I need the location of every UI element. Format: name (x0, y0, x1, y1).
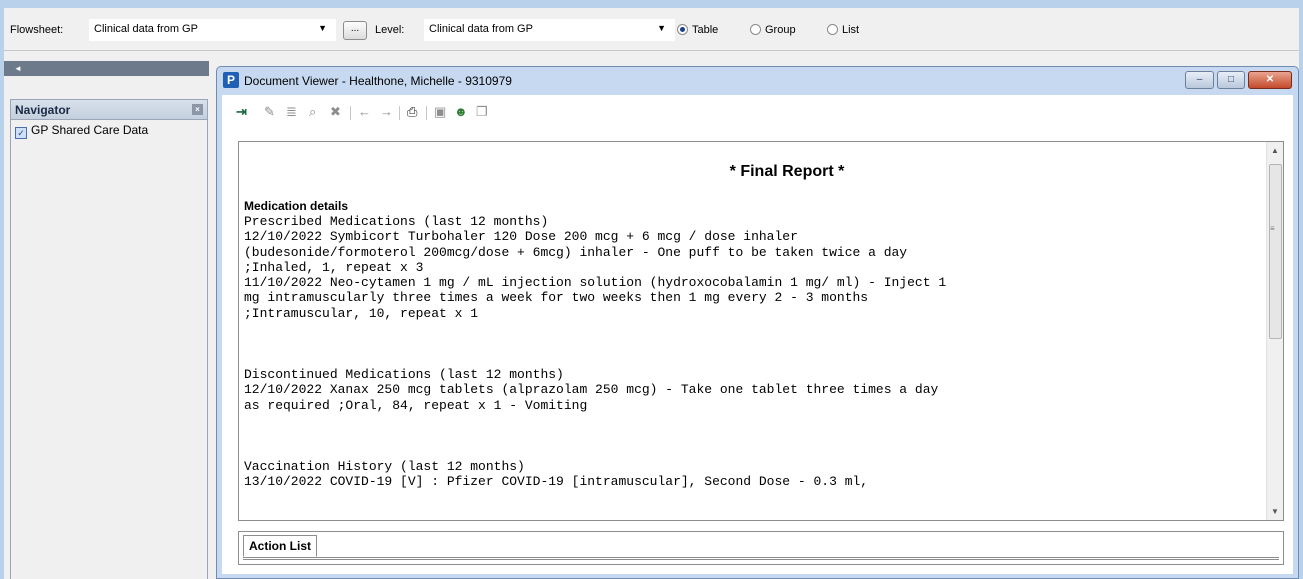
view-radio-list-label: List (842, 24, 860, 36)
section-heading: Medication details (244, 199, 349, 213)
copy-icon[interactable]: ❐ (476, 104, 488, 120)
flowsheet-select[interactable]: Clinical data from GP ▼ (89, 19, 336, 41)
document-content: * Final Report * Medication details Pres… (239, 142, 1265, 520)
scroll-thumb[interactable] (1269, 164, 1282, 339)
view-icon[interactable]: ▣ (434, 104, 446, 120)
flowsheet-browse-button[interactable]: ... (343, 21, 367, 40)
prescribed-medications-block: Prescribed Medications (last 12 months) … (244, 214, 947, 321)
report-title: * Final Report * (729, 163, 845, 180)
radio-icon (750, 24, 761, 35)
window-frame-top (0, 0, 1303, 8)
close-button[interactable]: ✕ (1248, 71, 1292, 89)
maximize-button[interactable]: □ (1217, 71, 1245, 89)
close-icon[interactable]: × (192, 104, 203, 115)
navigator-title: Navigator (15, 103, 71, 117)
collapse-panel-button[interactable]: ◄ (4, 61, 209, 76)
level-label: Level: (375, 24, 405, 36)
exit-icon[interactable]: ⇥ (236, 104, 247, 120)
viewer-title: Document Viewer - Healthone, Michelle - … (244, 74, 512, 88)
viewer-client-area: ⇥ ✎ ≣ ⌕ ✖ ← → ⎙ ▣ ☻ ❐ * Final Report * M… (222, 95, 1293, 574)
view-radio-list[interactable]: List (827, 24, 859, 36)
view-radio-group-label: Group (765, 24, 796, 36)
tab-underline (243, 557, 1279, 560)
tab-action-list[interactable]: Action List (243, 535, 317, 557)
level-select-value: Clinical data from GP (429, 23, 533, 35)
navigator-item-label: GP Shared Care Data (31, 123, 149, 137)
flowsheet-toolbar: Flowsheet: Clinical data from GP ▼ ... L… (4, 8, 1299, 51)
navigator-item-gp-shared-care-data[interactable]: ✓ GP Shared Care Data (11, 120, 207, 142)
window-frame-right (1299, 0, 1303, 579)
document-frame: * Final Report * Medication details Pres… (238, 141, 1284, 521)
navigator-panel: Navigator × ✓ GP Shared Care Data (10, 99, 208, 579)
action-tabs: Action List (238, 531, 1284, 565)
flowsheet-label: Flowsheet: (10, 24, 64, 36)
text-icon[interactable]: ≣ (286, 104, 297, 120)
chevron-left-icon: ◄ (14, 64, 22, 73)
toolbar-divider (426, 106, 427, 120)
vaccination-history-block: Vaccination History (last 12 months) 13/… (244, 458, 869, 490)
chevron-down-icon: ▼ (318, 23, 327, 33)
delete-icon[interactable]: ✖ (330, 104, 341, 120)
search-icon[interactable]: ⌕ (309, 104, 316, 120)
toolbar-divider (350, 106, 351, 120)
view-radio-table-label: Table (692, 24, 719, 36)
print-icon[interactable]: ⎙ (407, 104, 417, 120)
vertical-scrollbar[interactable]: ▲ ≡ ▼ (1266, 142, 1283, 520)
chevron-down-icon: ▼ (657, 23, 666, 33)
arrow-left-icon[interactable]: ← (358, 104, 371, 119)
sign-icon[interactable]: ✎ (264, 104, 275, 120)
checkbox-checked-icon[interactable]: ✓ (15, 127, 27, 139)
viewer-toolbar: ⇥ ✎ ≣ ⌕ ✖ ← → ⎙ ▣ ☻ ❐ (222, 95, 1293, 131)
left-panel: ◄ Navigator × ✓ GP Shared Care Data (4, 52, 209, 579)
radio-icon (827, 24, 838, 35)
view-radio-group[interactable]: Group (750, 24, 796, 36)
scroll-down-icon[interactable]: ▼ (1267, 503, 1283, 520)
grip-icon: ≡ (1270, 224, 1275, 233)
scroll-up-icon[interactable]: ▲ (1267, 142, 1283, 159)
forward-user-icon[interactable]: ☻ (454, 104, 468, 119)
app-icon: P (223, 72, 239, 88)
minimize-button[interactable]: – (1185, 71, 1214, 89)
flowsheet-select-value: Clinical data from GP (94, 23, 198, 35)
view-radio-table[interactable]: Table (677, 24, 718, 36)
document-viewer-window: P Document Viewer - Healthone, Michelle … (216, 66, 1299, 579)
navigator-header: Navigator × (11, 100, 207, 120)
level-select[interactable]: Clinical data from GP ▼ (424, 19, 675, 41)
toolbar-divider (399, 106, 400, 120)
discontinued-medications-block: Discontinued Medications (last 12 months… (244, 367, 939, 413)
arrow-right-icon[interactable]: → (380, 104, 393, 119)
radio-selected-icon (677, 24, 688, 35)
viewer-titlebar[interactable]: P Document Viewer - Healthone, Michelle … (217, 67, 1298, 95)
